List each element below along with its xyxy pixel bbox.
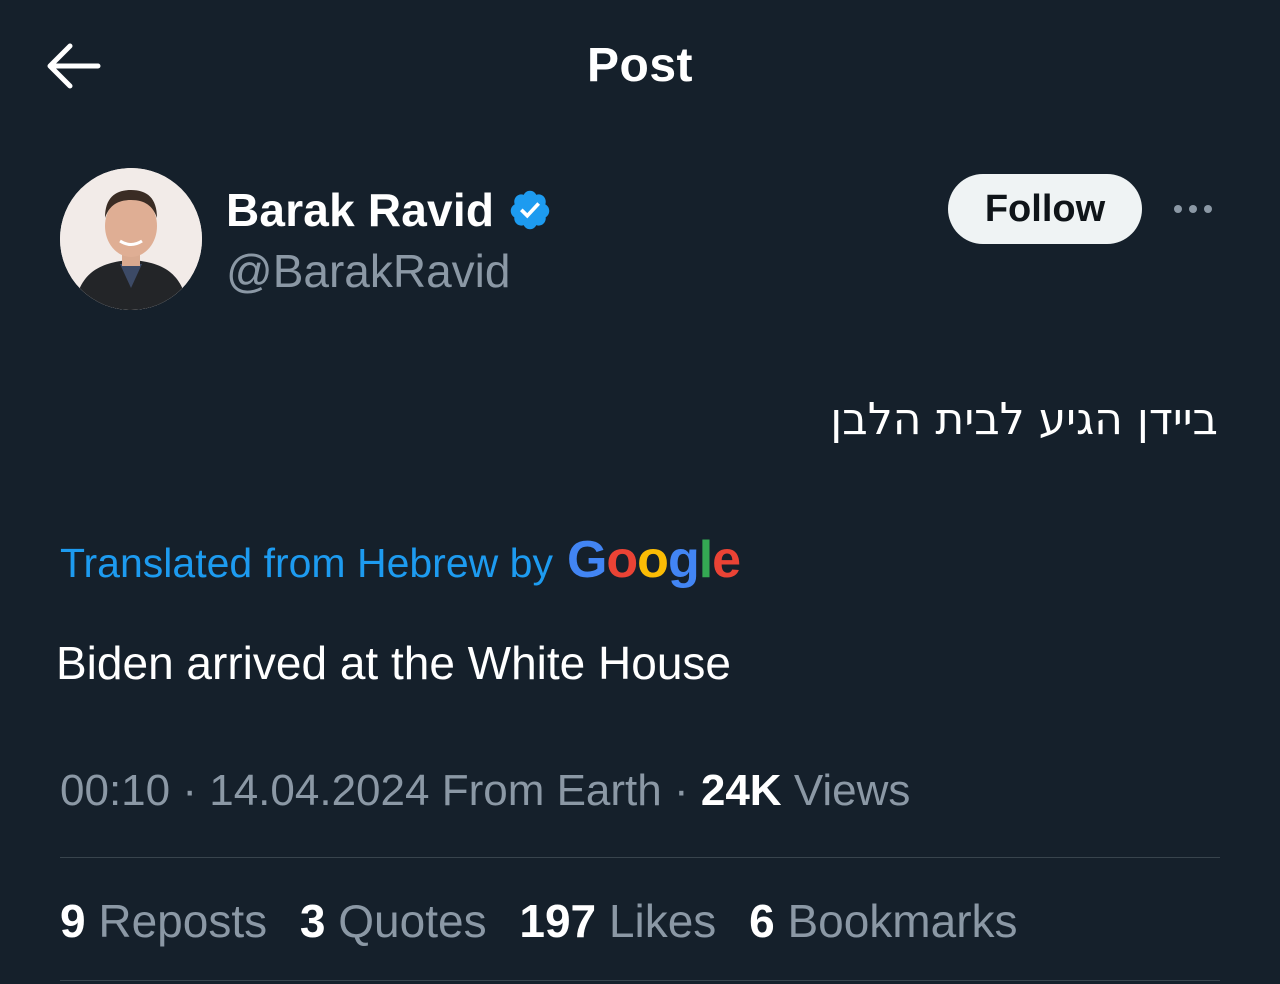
reposts-stat[interactable]: 9 Reposts: [60, 894, 267, 948]
author-name-row: Barak Ravid: [226, 182, 552, 238]
translation-attribution[interactable]: Translated from Hebrew by Google: [60, 530, 741, 590]
post-translated-text: Biden arrived at the White House: [56, 637, 732, 689]
likes-label: Likes: [608, 895, 717, 947]
post-original-text: ביידן הגיע לבית הלבן: [830, 394, 1218, 445]
divider: [60, 857, 1220, 858]
post-metadata: 00:10 · 14.04.2024 From Earth · 24K View…: [60, 766, 910, 816]
avatar[interactable]: [60, 168, 202, 310]
likes-count: 197: [519, 895, 597, 947]
translated-from-label[interactable]: Translated from Hebrew by: [60, 540, 553, 587]
more-options-button[interactable]: [1166, 190, 1222, 228]
likes-stat[interactable]: 197 Likes: [519, 894, 716, 948]
separator-dot: ·: [673, 766, 689, 815]
reposts-count: 9: [60, 895, 86, 947]
reposts-label: Reposts: [98, 895, 268, 947]
bookmarks-label: Bookmarks: [787, 895, 1018, 947]
divider: [60, 980, 1220, 981]
post-stats: 9 Reposts 3 Quotes 197 Likes 6 Bookmarks: [60, 894, 1038, 948]
bookmarks-count: 6: [749, 895, 775, 947]
ellipsis-icon: [1174, 205, 1212, 213]
author-handle[interactable]: @BarakRavid: [226, 244, 510, 298]
top-bar: Post: [0, 0, 1280, 130]
post-source: From Earth: [441, 766, 662, 815]
quotes-stat[interactable]: 3 Quotes: [300, 894, 487, 948]
separator-dot: ·: [182, 766, 197, 815]
author-name[interactable]: Barak Ravid: [226, 183, 494, 237]
views-label: Views: [793, 766, 911, 815]
views-count: 24K: [700, 766, 782, 815]
page-title: Post: [586, 39, 693, 92]
post-time[interactable]: 00:10: [60, 766, 170, 815]
follow-button[interactable]: Follow: [948, 174, 1142, 244]
profile-photo: [60, 168, 202, 310]
post-date[interactable]: 14.04.2024: [209, 766, 429, 815]
google-logo: Google: [566, 531, 741, 589]
bookmarks-stat[interactable]: 6 Bookmarks: [749, 894, 1017, 948]
quotes-label: Quotes: [338, 895, 487, 947]
quotes-count: 3: [299, 895, 326, 947]
verified-badge-icon[interactable]: [508, 188, 552, 232]
